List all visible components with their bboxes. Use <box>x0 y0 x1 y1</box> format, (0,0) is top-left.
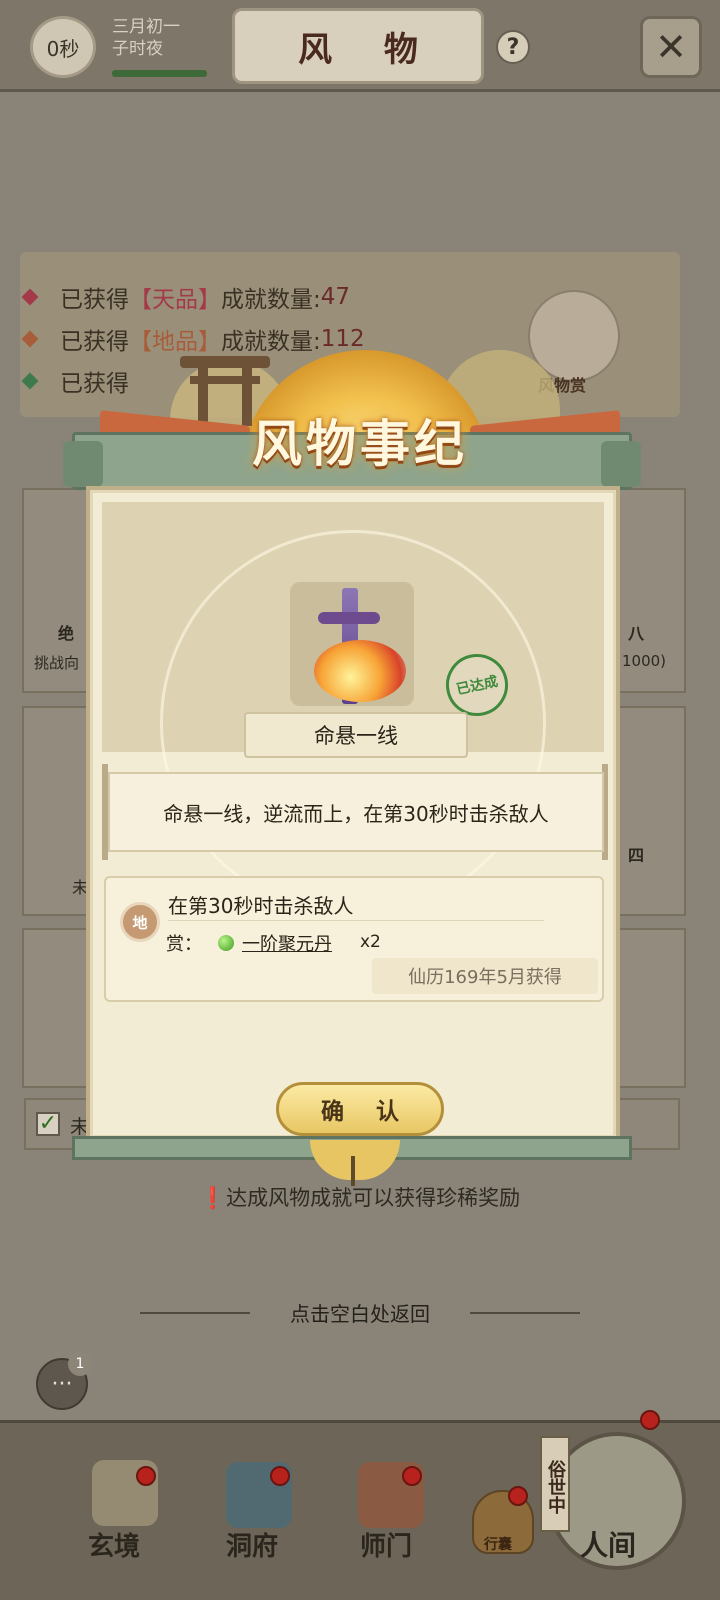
divider <box>168 920 544 921</box>
reward-item-link[interactable]: 一阶聚元丹 <box>242 930 332 956</box>
scroll-pin-decoration <box>351 1156 355 1186</box>
achievement-description: 命悬一线，逆流而上，在第30秒时击杀敌人 <box>108 772 604 852</box>
flame-icon <box>314 640 406 702</box>
confirm-button[interactable]: 确 认 <box>276 1082 444 1136</box>
achievement-condition: 在第30秒时击杀敌人 <box>168 894 354 918</box>
obtained-date: 仙历169年5月获得 <box>372 958 598 994</box>
grade-badge: 地 <box>120 902 160 942</box>
reward-label: 赏： <box>166 934 202 955</box>
pill-icon <box>218 935 234 951</box>
sword-guard-icon <box>318 612 380 624</box>
modal-title: 风物事纪 <box>252 414 468 473</box>
reward-quantity: x2 <box>360 932 381 952</box>
achievement-name: 命悬一线 <box>244 712 468 758</box>
